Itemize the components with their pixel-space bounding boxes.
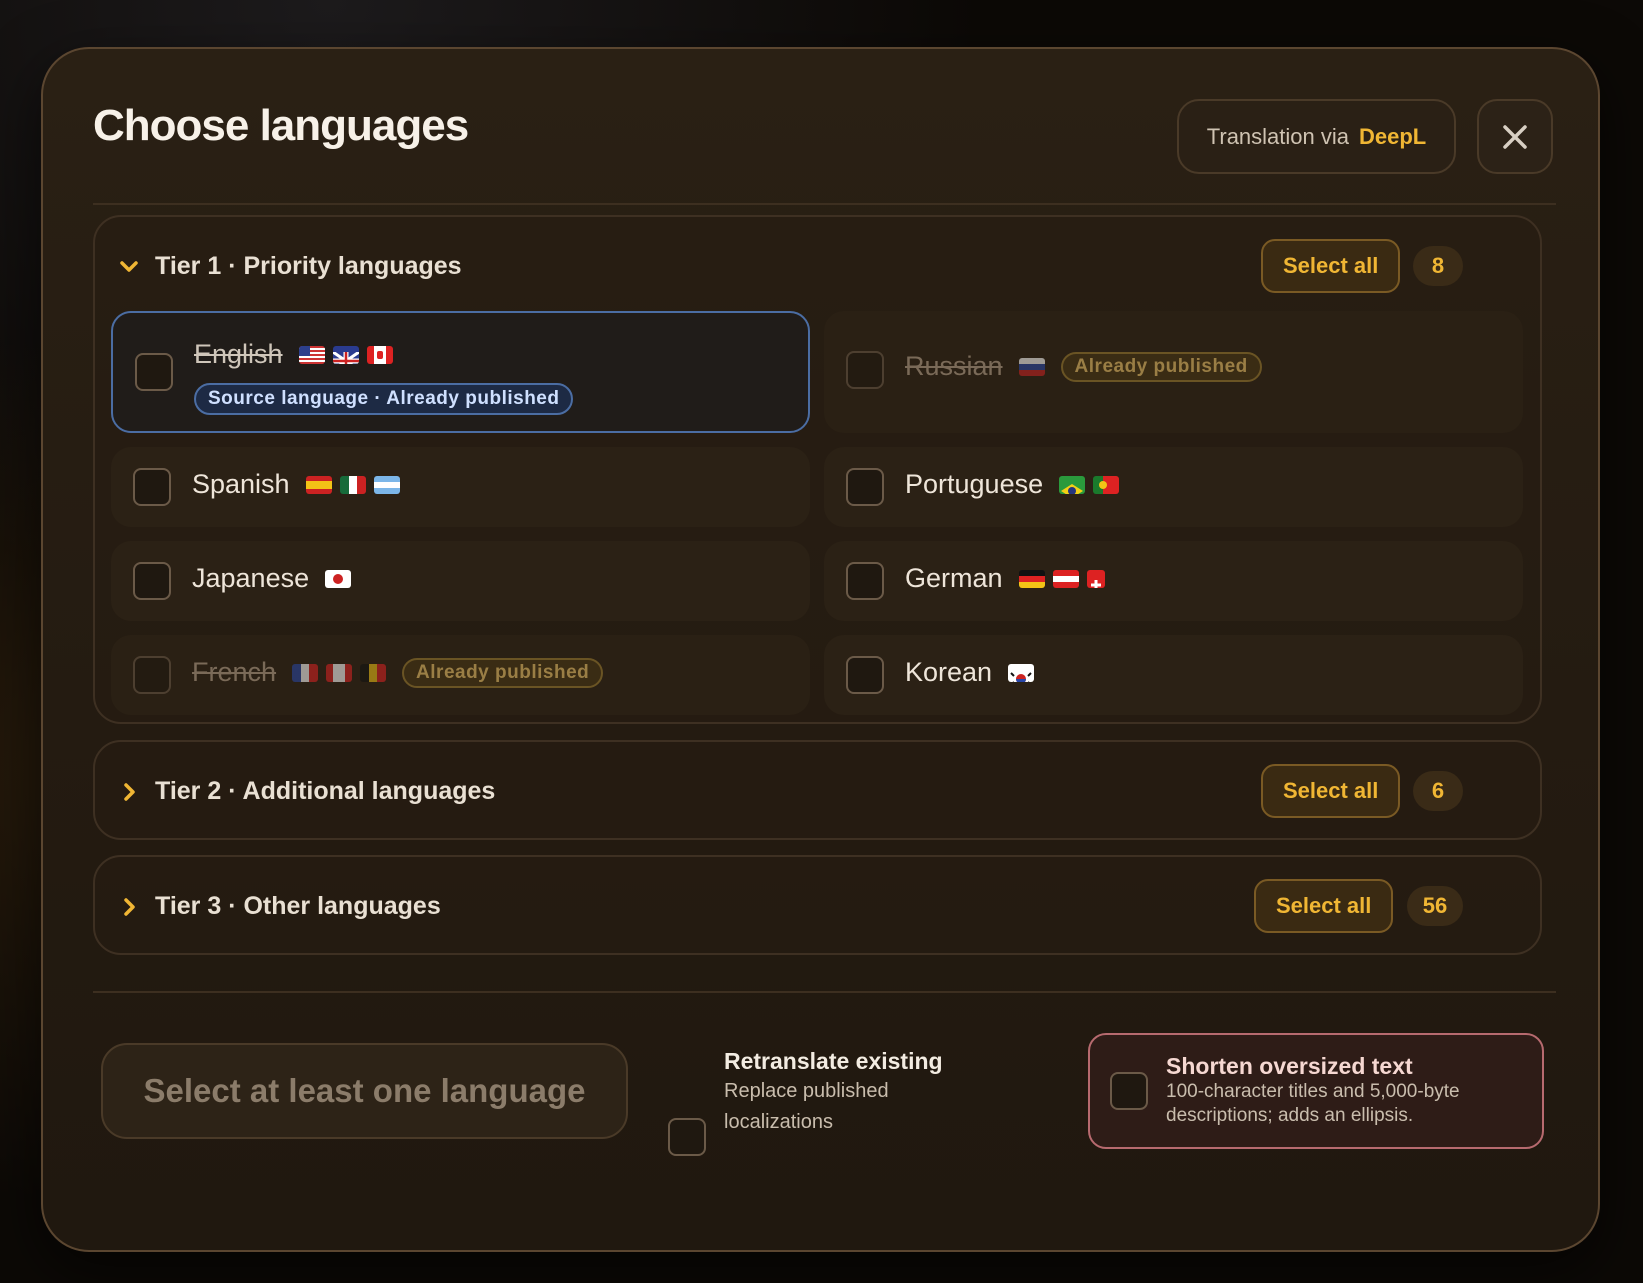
- source-language-badge: Source language · Already published: [194, 383, 574, 415]
- chevron-down-icon: [120, 261, 138, 272]
- language-option-french[interactable]: French Already published: [111, 635, 810, 715]
- footer-divider: [93, 991, 1556, 993]
- shorten-desc-line-1: 100-character titles and 5,000-byte: [1166, 1081, 1460, 1102]
- russian-label: Russian Already published: [905, 351, 1262, 382]
- shorten-title: Shorten oversized text: [1166, 1053, 1413, 1079]
- tier-2-count-badge: 6: [1413, 771, 1463, 811]
- language-option-english[interactable]: English Source language · Already publis…: [111, 311, 810, 433]
- japanese-label: Japanese: [192, 563, 352, 594]
- flag-jp-icon: [325, 569, 352, 588]
- spanish-label: Spanish: [192, 469, 400, 500]
- flag-es-icon: [305, 475, 332, 494]
- choose-languages-dialog: Choose languages Translation via DeepL T…: [41, 47, 1600, 1252]
- tier-3-header[interactable]: Tier 3 · Other languages Select all 56: [95, 857, 1540, 957]
- tier-1-section: Tier 1 · Priority languages Select all 8…: [93, 215, 1542, 724]
- tier-3-select-all-button[interactable]: Select all: [1254, 879, 1394, 933]
- flag-ch-icon: [1086, 569, 1105, 588]
- flag-us-icon: [298, 345, 325, 364]
- retranslate-title: Retranslate existing: [724, 1048, 943, 1074]
- tier-2-section: Tier 2 · Additional languages Select all…: [93, 740, 1542, 840]
- language-option-german[interactable]: German: [824, 541, 1523, 621]
- portuguese-checkbox[interactable]: [846, 468, 884, 506]
- tier-3-count-badge: 56: [1407, 886, 1463, 926]
- language-option-spanish[interactable]: Spanish: [111, 447, 810, 527]
- close-icon: [1503, 124, 1527, 149]
- tier-3-title: Tier 3 · Other languages: [155, 892, 441, 920]
- tier-2-header[interactable]: Tier 2 · Additional languages Select all…: [95, 742, 1540, 842]
- flag-mx-icon: [339, 475, 366, 494]
- header-divider: [93, 203, 1556, 205]
- english-label: English: [194, 339, 393, 370]
- tier-2-title: Tier 2 · Additional languages: [155, 777, 496, 805]
- shorten-checkbox[interactable]: [1110, 1072, 1148, 1110]
- flag-at-icon: [1052, 569, 1079, 588]
- translate-submit-button[interactable]: Select at least one language: [101, 1043, 628, 1139]
- chevron-right-icon: [124, 783, 135, 801]
- tier-1-count-badge: 8: [1413, 246, 1463, 286]
- german-checkbox[interactable]: [846, 562, 884, 600]
- flag-ca-icon: [366, 345, 393, 364]
- flag-fr-icon: [292, 663, 319, 682]
- language-option-portuguese[interactable]: Portuguese: [824, 447, 1523, 527]
- close-button[interactable]: [1477, 99, 1553, 174]
- french-checkbox[interactable]: [133, 656, 171, 694]
- shorten-text-option[interactable]: Shorten oversized text 100-character tit…: [1088, 1033, 1544, 1149]
- flag-ar-icon: [373, 475, 400, 494]
- korean-checkbox[interactable]: [846, 656, 884, 694]
- language-option-japanese[interactable]: Japanese: [111, 541, 810, 621]
- korean-label: Korean: [905, 657, 1035, 688]
- portuguese-label: Portuguese: [905, 469, 1120, 500]
- flag-de-icon: [1018, 569, 1045, 588]
- language-option-russian[interactable]: Russian Already published: [824, 311, 1523, 433]
- english-checkbox[interactable]: [135, 353, 173, 391]
- flag-be-icon: [360, 663, 387, 682]
- russian-checkbox[interactable]: [846, 351, 884, 389]
- retranslate-checkbox[interactable]: [668, 1118, 706, 1156]
- flag-kr-icon: [1008, 663, 1035, 682]
- japanese-checkbox[interactable]: [133, 562, 171, 600]
- french-label: French Already published: [192, 657, 604, 688]
- provider-brand: DeepL: [1359, 123, 1427, 149]
- provider-prefix: Translation via: [1206, 123, 1349, 149]
- tier-1-header[interactable]: Tier 1 · Priority languages Select all 8: [95, 217, 1540, 317]
- german-label: German: [905, 563, 1105, 594]
- spanish-checkbox[interactable]: [133, 468, 171, 506]
- retranslate-desc-line-1: Replace published: [724, 1080, 889, 1102]
- flag-ru-icon: [1018, 357, 1045, 376]
- chevron-right-icon: [124, 898, 135, 916]
- tier-1-select-all-button[interactable]: Select all: [1261, 239, 1401, 293]
- flag-ca-icon: [326, 663, 353, 682]
- flag-gb-icon: [332, 345, 359, 364]
- flag-br-icon: [1059, 475, 1086, 494]
- flag-pt-icon: [1093, 475, 1120, 494]
- tier-3-section: Tier 3 · Other languages Select all 56: [93, 855, 1542, 955]
- retranslate-desc-line-2: localizations: [724, 1111, 833, 1133]
- already-published-badge: Already published: [1060, 351, 1262, 382]
- tier-2-select-all-button[interactable]: Select all: [1261, 764, 1401, 818]
- translation-provider-badge: Translation via DeepL: [1177, 99, 1456, 174]
- language-option-korean[interactable]: Korean: [824, 635, 1523, 715]
- already-published-badge: Already published: [402, 657, 604, 688]
- shorten-desc-line-2: descriptions; adds an ellipsis.: [1166, 1105, 1414, 1126]
- dialog-title: Choose languages: [93, 101, 469, 150]
- tier-1-title: Tier 1 · Priority languages: [155, 252, 462, 280]
